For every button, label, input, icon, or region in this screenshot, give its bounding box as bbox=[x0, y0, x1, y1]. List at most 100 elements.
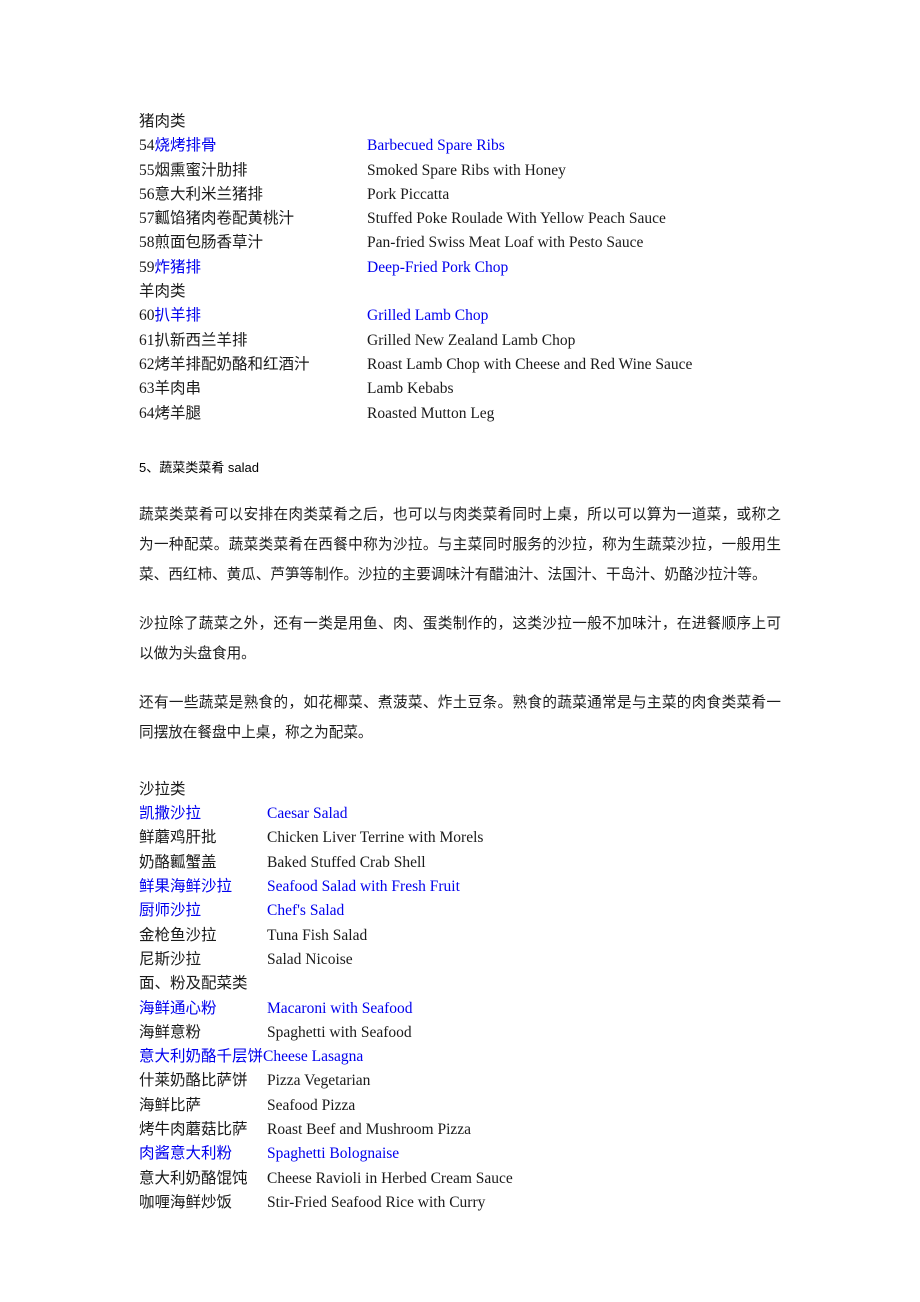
dish-chinese-cell: 55 烟熏蜜汁肋排 bbox=[139, 159, 367, 183]
dish-name-english: Pizza Vegetarian bbox=[267, 1072, 371, 1090]
dish-name-chinese: 意大利米兰猪排 bbox=[154, 185, 264, 203]
dish-name-english: Chicken Liver Terrine with Morels bbox=[267, 829, 484, 847]
dish-row: 尼斯沙拉 Salad Nicoise bbox=[139, 948, 799, 972]
salad-section: 沙拉类 凯撒沙拉 Caesar Salad 鲜蘑鸡肝批 Chicken Liver T… bbox=[139, 778, 799, 1215]
dish-number: 54 bbox=[139, 137, 155, 155]
dish-name-english: Stuffed Poke Roulade With Yellow Peach S… bbox=[367, 210, 666, 228]
dish-name-chinese[interactable]: 烧烤排骨 bbox=[155, 134, 217, 158]
dish-chinese-cell: 64 烤羊腿 bbox=[139, 402, 367, 426]
dish-name-english: Baked Stuffed Crab Shell bbox=[267, 853, 426, 871]
dish-name-chinese[interactable]: 扒羊排 bbox=[155, 304, 202, 328]
dish-number: 55 bbox=[139, 161, 155, 179]
dish-name-english[interactable]: Macaroni with Seafood bbox=[267, 997, 413, 1021]
dish-name-english: Tuna Fish Salad bbox=[267, 926, 368, 944]
dish-name-chinese: 烤羊腿 bbox=[154, 404, 202, 422]
dish-row: 64 烤羊腿 Roasted Mutton Leg bbox=[139, 402, 799, 426]
pork-dish-list: 54 烧烤排骨 Barbecued Spare Ribs 55 烟熏蜜汁肋排 Smoked… bbox=[139, 134, 799, 280]
dish-name-english[interactable]: Spaghetti Bolognaise bbox=[267, 1142, 399, 1166]
dish-name-english: Roast Beef and Mushroom Pizza bbox=[267, 1121, 472, 1139]
dish-name-english[interactable]: Cheese Lasagna bbox=[263, 1045, 363, 1069]
dish-row[interactable]: 肉酱意大利粉 Spaghetti Bolognaise bbox=[139, 1142, 799, 1166]
dish-name-chinese: 瓤馅猪肉卷配黄桃汁 bbox=[154, 210, 295, 228]
dish-chinese-cell: 62 烤羊排配奶酪和红酒汁 bbox=[139, 353, 367, 377]
dish-name-english: Cheese Ravioli in Herbed Cream Sauce bbox=[267, 1169, 513, 1187]
dish-row: 奶酪瓤蟹盖 Baked Stuffed Crab Shell bbox=[139, 851, 799, 875]
dish-number: 64 bbox=[139, 404, 155, 422]
dish-name-english: Stir-Fried Seafood Rice with Curry bbox=[267, 1193, 486, 1211]
dish-row[interactable]: 鲜果海鲜沙拉 Seafood Salad with Fresh Fruit bbox=[139, 875, 799, 899]
dish-row[interactable]: 凯撒沙拉 Caesar Salad bbox=[139, 802, 799, 826]
dish-name-chinese: 金枪鱼沙拉 bbox=[139, 926, 217, 944]
dish-name-chinese[interactable]: 意大利奶酪千层饼 bbox=[139, 1045, 263, 1069]
dish-name-chinese: 羊肉串 bbox=[154, 380, 202, 398]
dish-name-chinese[interactable]: 炸猪排 bbox=[155, 256, 202, 280]
dish-number: 60 bbox=[139, 307, 155, 325]
dish-name-chinese[interactable]: 鲜果海鲜沙拉 bbox=[139, 875, 267, 899]
dish-row[interactable]: 59 炸猪排 Deep-Fried Pork Chop bbox=[139, 256, 799, 280]
salad-category-heading: 沙拉类 bbox=[139, 780, 186, 798]
dish-name-english: Roasted Mutton Leg bbox=[367, 404, 495, 422]
dish-name-chinese: 烤牛肉蘑菇比萨 bbox=[139, 1121, 248, 1139]
dish-name-chinese: 尼斯沙拉 bbox=[139, 950, 202, 968]
dish-name-chinese[interactable]: 厨师沙拉 bbox=[139, 899, 267, 923]
dish-row[interactable]: 60 扒羊排 Grilled Lamb Chop bbox=[139, 304, 799, 328]
dish-name-chinese: 扒新西兰羊排 bbox=[154, 331, 248, 349]
dish-row: 55 烟熏蜜汁肋排 Smoked Spare Ribs with Honey bbox=[139, 159, 799, 183]
dish-name-english[interactable]: Chef's Salad bbox=[267, 899, 344, 923]
dish-row: 56 意大利米兰猪排 Pork Piccatta bbox=[139, 183, 799, 207]
dish-chinese-cell: 60 扒羊排 bbox=[139, 304, 367, 328]
lamb-category-heading: 羊肉类 bbox=[139, 283, 186, 301]
dish-name-chinese: 奶酪瓤蟹盖 bbox=[139, 853, 217, 871]
dish-name-chinese: 咖喱海鲜炒饭 bbox=[139, 1193, 233, 1211]
body-paragraphs: 蔬菜类菜肴可以安排在肉类菜肴之后，也可以与肉类菜肴同时上桌，所以可以算为一道菜，… bbox=[139, 500, 799, 748]
dish-chinese-cell: 61 扒新西兰羊排 bbox=[139, 329, 367, 353]
dish-name-chinese[interactable]: 海鲜通心粉 bbox=[139, 997, 267, 1021]
dish-row: 海鲜意粉 Spaghetti with Seafood bbox=[139, 1021, 799, 1045]
dish-row: 鲜蘑鸡肝批 Chicken Liver Terrine with Morels bbox=[139, 826, 799, 850]
dish-name-english[interactable]: Deep-Fried Pork Chop bbox=[367, 256, 508, 280]
dish-chinese-cell: 54 烧烤排骨 bbox=[139, 134, 367, 158]
dish-name-english[interactable]: Barbecued Spare Ribs bbox=[367, 134, 505, 158]
pasta-dish-list: 海鲜通心粉 Macaroni with Seafood 海鲜意粉 Spaghetti … bbox=[139, 997, 799, 1216]
dish-name-chinese: 意大利奶酪馄饨 bbox=[139, 1169, 248, 1187]
paragraph: 蔬菜类菜肴可以安排在肉类菜肴之后，也可以与肉类菜肴同时上桌，所以可以算为一道菜，… bbox=[139, 506, 781, 583]
dish-number: 58 bbox=[139, 234, 155, 252]
dish-name-english: Grilled New Zealand Lamb Chop bbox=[367, 331, 576, 349]
pasta-category-heading: 面、粉及配菜类 bbox=[139, 975, 248, 993]
dish-chinese-cell: 58 煎面包肠香草汁 bbox=[139, 231, 367, 255]
dish-name-english: Pan-fried Swiss Meat Loaf with Pesto Sau… bbox=[367, 234, 644, 252]
dish-row: 金枪鱼沙拉 Tuna Fish Salad bbox=[139, 924, 799, 948]
dish-row: 烤牛肉蘑菇比萨 Roast Beef and Mushroom Pizza bbox=[139, 1118, 799, 1142]
salad-dish-list: 凯撒沙拉 Caesar Salad 鲜蘑鸡肝批 Chicken Liver Terri… bbox=[139, 802, 799, 972]
dish-name-chinese[interactable]: 肉酱意大利粉 bbox=[139, 1142, 267, 1166]
dish-chinese-cell: 59 炸猪排 bbox=[139, 256, 367, 280]
pork-category-heading: 猪肉类 bbox=[139, 113, 186, 130]
lamb-section: 羊肉类 60 扒羊排 Grilled Lamb Chop 61 扒新西兰羊排 Grille… bbox=[139, 280, 799, 426]
dish-row[interactable]: 厨师沙拉 Chef's Salad bbox=[139, 899, 799, 923]
dish-name-english: Salad Nicoise bbox=[267, 950, 353, 968]
dish-number: 56 bbox=[139, 185, 155, 203]
dish-row[interactable]: 54 烧烤排骨 Barbecued Spare Ribs bbox=[139, 134, 799, 158]
dish-number: 61 bbox=[139, 331, 155, 349]
dish-row[interactable]: 海鲜通心粉 Macaroni with Seafood bbox=[139, 997, 799, 1021]
dish-name-english: Smoked Spare Ribs with Honey bbox=[367, 161, 566, 179]
dish-chinese-cell: 56 意大利米兰猪排 bbox=[139, 183, 367, 207]
dish-name-chinese: 煎面包肠香草汁 bbox=[154, 234, 264, 252]
dish-row: 58 煎面包肠香草汁 Pan-fried Swiss Meat Loaf with … bbox=[139, 231, 799, 255]
dish-name-english[interactable]: Caesar Salad bbox=[267, 802, 347, 826]
dish-name-english: Lamb Kebabs bbox=[367, 380, 454, 398]
dish-name-english[interactable]: Seafood Salad with Fresh Fruit bbox=[267, 875, 460, 899]
dish-number: 63 bbox=[139, 380, 155, 398]
dish-name-chinese[interactable]: 凯撒沙拉 bbox=[139, 802, 267, 826]
dish-name-english[interactable]: Grilled Lamb Chop bbox=[367, 304, 488, 328]
dish-name-english: Roast Lamb Chop with Cheese and Red Wine… bbox=[367, 355, 693, 373]
dish-row[interactable]: 意大利奶酪千层饼 Cheese Lasagna bbox=[139, 1045, 799, 1069]
dish-name-chinese: 海鲜比萨 bbox=[139, 1096, 202, 1114]
document-content: 猪肉类 54 烧烤排骨 Barbecued Spare Ribs 55 烟熏蜜汁肋排 Sm… bbox=[139, 110, 799, 1215]
vegetable-section-heading: 5、蔬菜类菜肴 salad bbox=[139, 459, 259, 475]
dish-number: 57 bbox=[139, 210, 155, 228]
lamb-dish-list: 60 扒羊排 Grilled Lamb Chop 61 扒新西兰羊排 Grilled Ne… bbox=[139, 304, 799, 425]
dish-row: 63 羊肉串 Lamb Kebabs bbox=[139, 377, 799, 401]
dish-number: 59 bbox=[139, 258, 155, 276]
document-page: 猪肉类 54 烧烤排骨 Barbecued Spare Ribs 55 烟熏蜜汁肋排 Sm… bbox=[0, 0, 920, 1302]
